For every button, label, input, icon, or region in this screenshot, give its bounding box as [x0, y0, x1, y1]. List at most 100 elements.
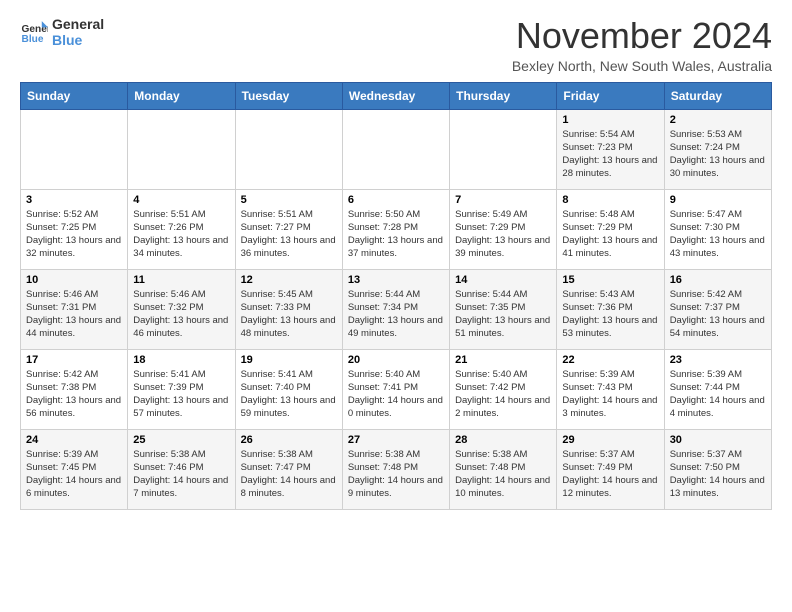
- weekday-header-tuesday: Tuesday: [235, 82, 342, 109]
- calendar-cell: 14 Sunrise: 5:44 AM Sunset: 7:35 PM Dayli…: [450, 269, 557, 349]
- weekday-header-friday: Friday: [557, 82, 664, 109]
- day-info: Sunrise: 5:47 AM Sunset: 7:30 PM Dayligh…: [670, 208, 766, 261]
- day-number: 26: [241, 434, 337, 446]
- day-number: 4: [133, 194, 229, 206]
- calendar-cell: [342, 109, 449, 189]
- calendar-cell: 30 Sunrise: 5:37 AM Sunset: 7:50 PM Dayli…: [664, 429, 771, 509]
- calendar-cell: 10Sunrise: 5:46 AM Sunset: 7:31 PM Dayli…: [21, 269, 128, 349]
- day-info: Sunrise: 5:38 AM Sunset: 7:48 PM Dayligh…: [348, 448, 444, 501]
- week-row-1: 1 Sunrise: 5:54 AM Sunset: 7:23 PM Daylig…: [21, 109, 772, 189]
- day-info: Sunrise: 5:48 AM Sunset: 7:29 PM Dayligh…: [562, 208, 658, 261]
- day-info: Sunrise: 5:46 AM Sunset: 7:31 PM Dayligh…: [26, 288, 122, 341]
- week-row-4: 17Sunrise: 5:42 AM Sunset: 7:38 PM Dayli…: [21, 349, 772, 429]
- day-number: 2: [670, 114, 766, 126]
- day-number: 8: [562, 194, 658, 206]
- day-info: Sunrise: 5:42 AM Sunset: 7:37 PM Dayligh…: [670, 288, 766, 341]
- day-info: Sunrise: 5:51 AM Sunset: 7:26 PM Dayligh…: [133, 208, 229, 261]
- calendar-cell: 2 Sunrise: 5:53 AM Sunset: 7:24 PM Daylig…: [664, 109, 771, 189]
- day-info: Sunrise: 5:44 AM Sunset: 7:35 PM Dayligh…: [455, 288, 551, 341]
- day-number: 14: [455, 274, 551, 286]
- logo-line1: General: [52, 16, 104, 32]
- weekday-header-row: SundayMondayTuesdayWednesdayThursdayFrid…: [21, 82, 772, 109]
- day-info: Sunrise: 5:44 AM Sunset: 7:34 PM Dayligh…: [348, 288, 444, 341]
- calendar-cell: 24 Sunrise: 5:39 AM Sunset: 7:45 PM Dayli…: [21, 429, 128, 509]
- day-number: 1: [562, 114, 658, 126]
- calendar-cell: 28 Sunrise: 5:38 AM Sunset: 7:48 PM Dayli…: [450, 429, 557, 509]
- day-number: 29: [562, 434, 658, 446]
- logo-icon: General Blue: [20, 18, 48, 46]
- day-number: 12: [241, 274, 337, 286]
- day-number: 23: [670, 354, 766, 366]
- calendar-cell: 17Sunrise: 5:42 AM Sunset: 7:38 PM Dayli…: [21, 349, 128, 429]
- title-area: November 2024 Bexley North, New South Wa…: [512, 16, 772, 74]
- calendar-cell: 12 Sunrise: 5:45 AM Sunset: 7:33 PM Dayli…: [235, 269, 342, 349]
- calendar-cell: 23Sunrise: 5:39 AM Sunset: 7:44 PM Dayli…: [664, 349, 771, 429]
- day-info: Sunrise: 5:42 AM Sunset: 7:38 PM Dayligh…: [26, 368, 122, 421]
- day-info: Sunrise: 5:45 AM Sunset: 7:33 PM Dayligh…: [241, 288, 337, 341]
- day-number: 3: [26, 194, 122, 206]
- calendar-cell: 11 Sunrise: 5:46 AM Sunset: 7:32 PM Dayli…: [128, 269, 235, 349]
- day-number: 28: [455, 434, 551, 446]
- day-info: Sunrise: 5:37 AM Sunset: 7:49 PM Dayligh…: [562, 448, 658, 501]
- day-number: 25: [133, 434, 229, 446]
- calendar-cell: 1 Sunrise: 5:54 AM Sunset: 7:23 PM Daylig…: [557, 109, 664, 189]
- weekday-header-sunday: Sunday: [21, 82, 128, 109]
- day-number: 6: [348, 194, 444, 206]
- day-info: Sunrise: 5:37 AM Sunset: 7:50 PM Dayligh…: [670, 448, 766, 501]
- day-number: 21: [455, 354, 551, 366]
- calendar-cell: 5 Sunrise: 5:51 AM Sunset: 7:27 PM Daylig…: [235, 189, 342, 269]
- calendar-cell: 25 Sunrise: 5:38 AM Sunset: 7:46 PM Dayli…: [128, 429, 235, 509]
- header: General Blue General Blue November 2024 …: [20, 16, 772, 74]
- day-info: Sunrise: 5:51 AM Sunset: 7:27 PM Dayligh…: [241, 208, 337, 261]
- day-number: 30: [670, 434, 766, 446]
- calendar-table: SundayMondayTuesdayWednesdayThursdayFrid…: [20, 82, 772, 510]
- day-info: Sunrise: 5:41 AM Sunset: 7:39 PM Dayligh…: [133, 368, 229, 421]
- day-info: Sunrise: 5:39 AM Sunset: 7:45 PM Dayligh…: [26, 448, 122, 501]
- day-number: 22: [562, 354, 658, 366]
- calendar-cell: 22 Sunrise: 5:39 AM Sunset: 7:43 PM Dayli…: [557, 349, 664, 429]
- day-info: Sunrise: 5:46 AM Sunset: 7:32 PM Dayligh…: [133, 288, 229, 341]
- day-info: Sunrise: 5:53 AM Sunset: 7:24 PM Dayligh…: [670, 128, 766, 181]
- day-info: Sunrise: 5:43 AM Sunset: 7:36 PM Dayligh…: [562, 288, 658, 341]
- calendar-cell: 3 Sunrise: 5:52 AM Sunset: 7:25 PM Daylig…: [21, 189, 128, 269]
- day-info: Sunrise: 5:50 AM Sunset: 7:28 PM Dayligh…: [348, 208, 444, 261]
- calendar-cell: 16 Sunrise: 5:42 AM Sunset: 7:37 PM Dayli…: [664, 269, 771, 349]
- day-number: 15: [562, 274, 658, 286]
- day-number: 13: [348, 274, 444, 286]
- day-info: Sunrise: 5:40 AM Sunset: 7:42 PM Dayligh…: [455, 368, 551, 421]
- week-row-3: 10Sunrise: 5:46 AM Sunset: 7:31 PM Dayli…: [21, 269, 772, 349]
- calendar-cell: 18Sunrise: 5:41 AM Sunset: 7:39 PM Dayli…: [128, 349, 235, 429]
- calendar-cell: 19Sunrise: 5:41 AM Sunset: 7:40 PM Dayli…: [235, 349, 342, 429]
- day-number: 5: [241, 194, 337, 206]
- calendar-cell: 26Sunrise: 5:38 AM Sunset: 7:47 PM Dayli…: [235, 429, 342, 509]
- day-number: 19: [241, 354, 337, 366]
- day-number: 16: [670, 274, 766, 286]
- calendar-cell: 7 Sunrise: 5:49 AM Sunset: 7:29 PM Daylig…: [450, 189, 557, 269]
- calendar-cell: 4 Sunrise: 5:51 AM Sunset: 7:26 PM Daylig…: [128, 189, 235, 269]
- day-number: 27: [348, 434, 444, 446]
- calendar-cell: 9Sunrise: 5:47 AM Sunset: 7:30 PM Daylig…: [664, 189, 771, 269]
- weekday-header-thursday: Thursday: [450, 82, 557, 109]
- calendar-cell: [128, 109, 235, 189]
- calendar-cell: [450, 109, 557, 189]
- calendar-cell: 6 Sunrise: 5:50 AM Sunset: 7:28 PM Daylig…: [342, 189, 449, 269]
- day-info: Sunrise: 5:40 AM Sunset: 7:41 PM Dayligh…: [348, 368, 444, 421]
- logo-line2: Blue: [52, 32, 104, 48]
- month-title: November 2024: [512, 16, 772, 56]
- day-number: 11: [133, 274, 229, 286]
- day-info: Sunrise: 5:54 AM Sunset: 7:23 PM Dayligh…: [562, 128, 658, 181]
- week-row-2: 3 Sunrise: 5:52 AM Sunset: 7:25 PM Daylig…: [21, 189, 772, 269]
- day-number: 20: [348, 354, 444, 366]
- day-info: Sunrise: 5:38 AM Sunset: 7:46 PM Dayligh…: [133, 448, 229, 501]
- calendar-cell: 21 Sunrise: 5:40 AM Sunset: 7:42 PM Dayli…: [450, 349, 557, 429]
- day-info: Sunrise: 5:38 AM Sunset: 7:48 PM Dayligh…: [455, 448, 551, 501]
- calendar-cell: 15 Sunrise: 5:43 AM Sunset: 7:36 PM Dayli…: [557, 269, 664, 349]
- day-info: Sunrise: 5:39 AM Sunset: 7:43 PM Dayligh…: [562, 368, 658, 421]
- calendar-cell: [21, 109, 128, 189]
- day-number: 7: [455, 194, 551, 206]
- calendar-cell: 13 Sunrise: 5:44 AM Sunset: 7:34 PM Dayli…: [342, 269, 449, 349]
- day-info: Sunrise: 5:49 AM Sunset: 7:29 PM Dayligh…: [455, 208, 551, 261]
- calendar-cell: 20 Sunrise: 5:40 AM Sunset: 7:41 PM Dayli…: [342, 349, 449, 429]
- day-info: Sunrise: 5:52 AM Sunset: 7:25 PM Dayligh…: [26, 208, 122, 261]
- day-number: 24: [26, 434, 122, 446]
